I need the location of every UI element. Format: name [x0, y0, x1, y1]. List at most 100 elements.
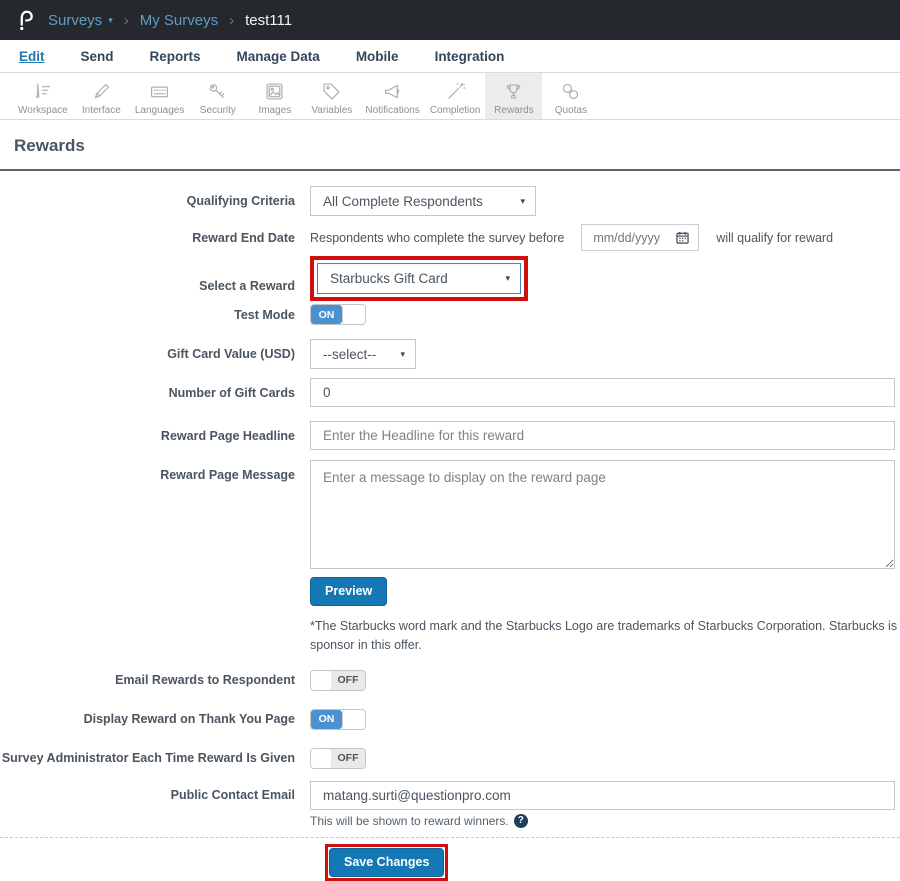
- end-date-field[interactable]: [581, 224, 699, 251]
- email-rewards-toggle[interactable]: OFF: [310, 670, 366, 691]
- quotas-icon: [560, 81, 581, 102]
- email-admin-toggle[interactable]: OFF: [310, 748, 366, 769]
- toggle-knob: [342, 710, 365, 729]
- reward-end-date-label: Reward End Date: [192, 231, 295, 245]
- completion-icon: [445, 81, 466, 102]
- public-email-label: Public Contact Email: [171, 788, 295, 802]
- email-admin-label: Email Survey Administrator Each Time Rew…: [0, 751, 295, 765]
- questionpro-logo-icon[interactable]: [13, 6, 39, 34]
- toolbar-item-workspace[interactable]: Workspace: [13, 73, 73, 119]
- display-reward-label: Display Reward on Thank You Page: [84, 712, 295, 726]
- display-reward-toggle[interactable]: ON: [310, 709, 366, 730]
- gift-card-value-label: Gift Card Value (USD): [167, 347, 295, 361]
- toolbar-item-security[interactable]: Security: [189, 73, 246, 119]
- email-admin-row: Email Survey Administrator Each Time Rew…: [0, 748, 900, 769]
- select-caret-icon: ▾: [400, 349, 405, 360]
- toggle-knob: [342, 305, 365, 324]
- end-date-suffix-text: will qualify for reward: [716, 231, 833, 245]
- toolbar-item-languages[interactable]: Languages: [130, 73, 190, 119]
- title-divider: [0, 169, 900, 171]
- num-gift-cards-row: Number of Gift Cards: [0, 378, 900, 407]
- toggle-knob: [310, 670, 332, 691]
- workspace-icon: [32, 81, 53, 102]
- end-date-input[interactable]: [593, 231, 667, 245]
- headline-input[interactable]: [310, 421, 895, 450]
- toolbar-item-variables[interactable]: Variables: [303, 73, 360, 119]
- rewards-icon: [503, 81, 524, 102]
- toolbar-item-rewards[interactable]: Rewards: [485, 73, 542, 119]
- help-icon[interactable]: ?: [514, 814, 528, 828]
- languages-icon: [149, 81, 170, 102]
- page-title: Rewards: [14, 136, 886, 156]
- rewards-form: Qualifying Criteria All Complete Respond…: [0, 186, 900, 881]
- test-mode-label: Test Mode: [234, 308, 295, 322]
- tab-reports[interactable]: Reports: [150, 49, 201, 64]
- notifications-icon: [382, 81, 403, 102]
- preview-button[interactable]: Preview: [310, 577, 387, 606]
- interface-icon: [91, 81, 112, 102]
- select-reward-select[interactable]: Starbucks Gift Card ▾: [317, 263, 521, 294]
- public-email-input[interactable]: [310, 781, 895, 810]
- save-changes-button[interactable]: Save Changes: [329, 848, 444, 877]
- headline-label: Reward Page Headline: [161, 429, 295, 443]
- end-date-prefix-text: Respondents who complete the survey befo…: [310, 231, 564, 245]
- qualifying-criteria-label: Qualifying Criteria: [187, 194, 295, 208]
- qualifying-criteria-select[interactable]: All Complete Respondents ▾: [310, 186, 536, 216]
- select-reward-row: Select a Reward Starbucks Gift Card ▾: [0, 256, 900, 301]
- select-caret-icon: ▾: [520, 196, 525, 207]
- chevron-down-icon: ▾: [108, 15, 113, 26]
- public-email-helper-text: This will be shown to reward winners. ?: [310, 814, 528, 828]
- message-label: Reward Page Message: [160, 468, 295, 482]
- toolbar-item-images[interactable]: Images: [246, 73, 303, 119]
- reward-end-date-row: Reward End Date Respondents who complete…: [0, 224, 900, 251]
- disclaimer-row: *The Starbucks word mark and the Starbuc…: [0, 617, 900, 656]
- save-highlight-box: Save Changes: [325, 844, 448, 881]
- toggle-off-state: OFF: [331, 749, 365, 768]
- public-email-row: Public Contact Email: [0, 781, 900, 810]
- qualifying-criteria-row: Qualifying Criteria All Complete Respond…: [0, 186, 900, 216]
- gift-card-value-row: Gift Card Value (USD) --select-- ▾: [0, 339, 900, 369]
- test-mode-toggle[interactable]: ON: [310, 304, 366, 325]
- toolbar-item-quotas[interactable]: Quotas: [542, 73, 599, 119]
- tab-edit[interactable]: Edit: [19, 49, 45, 64]
- calendar-icon: [676, 231, 689, 244]
- toolbar-item-interface[interactable]: Interface: [73, 73, 130, 119]
- select-reward-highlight-box: Starbucks Gift Card ▾: [310, 256, 528, 301]
- headline-row: Reward Page Headline: [0, 421, 900, 450]
- toolbar-item-completion[interactable]: Completion: [425, 73, 486, 119]
- security-icon: [207, 81, 228, 102]
- toggle-off-state: OFF: [331, 671, 365, 690]
- footer-divider: [0, 837, 900, 838]
- breadcrumb-my-surveys[interactable]: My Surveys: [140, 12, 218, 29]
- gift-card-value-select[interactable]: --select-- ▾: [310, 339, 416, 369]
- message-textarea[interactable]: [310, 460, 895, 569]
- tab-manage-data[interactable]: Manage Data: [237, 49, 320, 64]
- starbucks-disclaimer-text: *The Starbucks word mark and the Starbuc…: [310, 617, 900, 656]
- top-header-bar: Surveys ▾ › My Surveys › test111: [0, 0, 900, 40]
- tab-integration[interactable]: Integration: [435, 49, 505, 64]
- breadcrumb-separator-icon: ›: [124, 12, 129, 29]
- tab-mobile[interactable]: Mobile: [356, 49, 399, 64]
- message-row: Reward Page Message: [0, 460, 900, 569]
- num-gift-cards-label: Number of Gift Cards: [169, 386, 295, 400]
- email-rewards-row: Email Rewards to Respondent OFF: [0, 670, 900, 691]
- select-reward-label: Select a Reward: [199, 279, 295, 293]
- toggle-knob: [310, 748, 332, 769]
- tab-send[interactable]: Send: [81, 49, 114, 64]
- toolbar-item-notifications[interactable]: Notifications: [360, 73, 424, 119]
- images-icon: [264, 81, 285, 102]
- save-row: Save Changes: [0, 844, 900, 881]
- toggle-on-state: ON: [311, 710, 342, 729]
- select-caret-icon: ▾: [505, 273, 510, 284]
- email-rewards-label: Email Rewards to Respondent: [115, 673, 295, 687]
- breadcrumb-separator-icon: ›: [229, 12, 234, 29]
- breadcrumb-surveys[interactable]: Surveys ▾: [48, 12, 113, 29]
- breadcrumb-current-survey: test111: [245, 12, 292, 29]
- toggle-on-state: ON: [311, 305, 342, 324]
- main-nav-tabs: Edit Send Reports Manage Data Mobile Int…: [0, 40, 900, 73]
- breadcrumb: Surveys ▾ › My Surveys › test111: [48, 12, 292, 29]
- preview-row: Preview: [0, 577, 900, 606]
- num-gift-cards-input[interactable]: [310, 378, 895, 407]
- public-email-helper-row: This will be shown to reward winners. ?: [0, 814, 900, 828]
- display-reward-row: Display Reward on Thank You Page ON: [0, 709, 900, 730]
